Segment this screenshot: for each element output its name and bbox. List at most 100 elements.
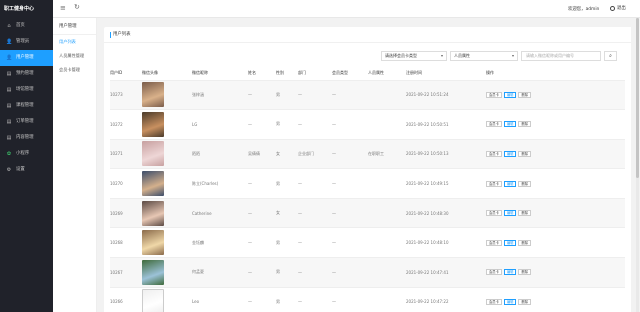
cell-gender: 男 [276, 168, 298, 199]
cell-name: — [248, 227, 276, 259]
brand-title: 职工健身中心 [4, 6, 35, 12]
row-actions: 会员卡 编辑 删除 [486, 269, 625, 276]
sidebar-item-user[interactable]: 👤 用户管理 [0, 50, 53, 66]
cell-time: 2021-09-22 10:47:41 [406, 257, 486, 288]
sidebar-item-course[interactable]: ▤ 课程管理 [0, 98, 53, 114]
sidebar-item-admin[interactable]: 👤 管理员 [0, 34, 53, 50]
sidebar-item-bookings[interactable]: ▤ 预约管理 [0, 66, 53, 82]
avatar-cell [142, 109, 192, 140]
cell-type: — [332, 109, 368, 140]
avatar-cell [142, 168, 192, 199]
membership-card-button[interactable]: 会员卡 [486, 121, 502, 128]
sidebar-item-miniprogram[interactable]: ✿ 小程序 [0, 146, 53, 162]
membership-card-button[interactable]: 会员卡 [486, 239, 502, 246]
attribute-select[interactable]: 人员属性 ▾ [450, 51, 518, 61]
cell-type: — [332, 168, 368, 199]
membership-card-button[interactable]: 会员卡 [486, 210, 502, 217]
delete-button[interactable]: 删除 [518, 180, 532, 187]
admin-icon: 👤 [6, 39, 13, 45]
scrollbar-thumb[interactable] [636, 18, 639, 178]
sidebar-item-home[interactable]: ⌂ 首页 [0, 18, 53, 34]
refresh-icon[interactable]: ↻ [74, 3, 80, 11]
cell-name: — [248, 80, 276, 111]
cell-time: 2021-09-22 10:48:30 [406, 198, 486, 229]
page-scrollbar[interactable] [636, 18, 639, 312]
cell-id: 10267 [110, 257, 142, 288]
edit-button[interactable]: 编辑 [503, 298, 517, 305]
sidebar-item-content[interactable]: ▤ 内容管理 [0, 130, 53, 146]
delete-button[interactable]: 删除 [518, 239, 532, 246]
edit-button[interactable]: 编辑 [503, 239, 517, 246]
row-actions: 会员卡 编辑 删除 [486, 121, 625, 128]
miniprogram-icon: ✿ [6, 151, 12, 157]
cell-actions: 会员卡 编辑 删除 [486, 227, 625, 259]
avatar-cell [142, 287, 192, 312]
power-icon [610, 5, 615, 11]
logout-button[interactable]: 退出 [610, 5, 626, 11]
menu-toggle-icon[interactable]: ≡ [60, 4, 66, 12]
avatar [142, 171, 164, 197]
delete-button[interactable]: 删除 [518, 121, 532, 128]
card-type-select[interactable]: 请选择会员卡类型 ▾ [381, 51, 447, 61]
submenu-item[interactable]: 用户列表 [53, 35, 96, 49]
home-icon: ⌂ [7, 23, 11, 29]
avatar [142, 230, 164, 256]
cell-type: — [332, 257, 368, 288]
edit-button[interactable]: 编辑 [503, 210, 517, 217]
cell-time: 2021-09-22 10:50:51 [406, 109, 486, 140]
search-input[interactable]: 请输入微信昵称或用户编号 [521, 51, 601, 61]
edit-button[interactable]: 编辑 [503, 150, 517, 157]
edit-button[interactable]: 编辑 [503, 91, 517, 98]
cell-nick: 陈立(Charles) [192, 168, 248, 199]
content-card: 用户列表 请选择会员卡类型 ▾ 人员属性 ▾ 请输入微信昵称或用户编号 ⌕ 用户… [104, 27, 631, 312]
row-actions: 会员卡 编辑 删除 [486, 150, 625, 157]
cell-nick: Catherine [192, 198, 248, 229]
cell-dept: — [298, 80, 332, 111]
table-row: 10267 何孟夏 — 男 — —2021-09-22 10:47:41 会员卡 编辑 删除 [110, 257, 625, 288]
sidebar-item-settings[interactable]: ⚙ 设置 [0, 162, 53, 178]
cell-attr [368, 168, 406, 199]
avatar [142, 259, 164, 285]
delete-button[interactable]: 删除 [518, 298, 532, 305]
sidebar-nav: ⌂ 首页 👤 管理员 👤 用户管理 ▤ 预约管理 ▤ 场馆管理 ▤ 课程管理 ▤ 订单管理 ▤ 内容管理 ✿ 小程… [0, 18, 53, 178]
delete-button[interactable]: 删除 [518, 269, 532, 276]
cell-name: — [248, 257, 276, 288]
membership-card-button[interactable]: 会员卡 [486, 269, 502, 276]
edit-button[interactable]: 编辑 [503, 269, 517, 276]
course-icon: ▤ [6, 103, 12, 109]
table-row: 10270 陈立(Charles) — 男 — —2021-09-22 10:49:15 会… [110, 168, 625, 199]
table-row: 10273 张梓涵 — 男 — —2021-09-22 10:51:24 会员卡 编辑 删除 [110, 80, 625, 111]
sidebar-item-venue[interactable]: ▤ 场馆管理 [0, 82, 53, 98]
edit-button[interactable]: 编辑 [503, 180, 517, 187]
avatar-cell [142, 257, 192, 288]
search-button[interactable]: ⌕ [604, 51, 617, 61]
row-actions: 会员卡 编辑 删除 [486, 239, 625, 246]
avatar-cell [142, 227, 192, 259]
cell-attr [368, 257, 406, 288]
cell-gender: 女 [276, 198, 298, 229]
cell-nick: Leo [192, 287, 248, 312]
cell-gender: 男 [276, 80, 298, 111]
cell-id: 10266 [110, 287, 142, 312]
column-header: 微信头像 [142, 67, 192, 81]
edit-button[interactable]: 编辑 [503, 121, 517, 128]
submenu-item[interactable]: 人员属性管理 [53, 49, 96, 63]
welcome-text: 欢迎您，admin [568, 7, 600, 12]
delete-button[interactable]: 删除 [518, 210, 532, 217]
submenu-items: 用户列表 人员属性管理 会员卡管理 [53, 35, 96, 77]
cell-gender: 男 [276, 109, 298, 140]
user-icon: 👤 [6, 55, 13, 61]
table-row: 10271 陌陌 吴倩倩女企业部门 — 在职职工 2021-09-22 10:50:13 会… [110, 139, 625, 170]
sidebar-item-order[interactable]: ▤ 订单管理 [0, 114, 53, 130]
avatar-cell [142, 139, 192, 170]
membership-card-button[interactable]: 会员卡 [486, 298, 502, 305]
membership-card-button[interactable]: 会员卡 [486, 91, 502, 98]
sidebar-item-label: 订单管理 [16, 119, 34, 124]
submenu-item[interactable]: 会员卡管理 [53, 63, 96, 77]
table-row: 10268 金钰麟 — 男 — —2021-09-22 10:48:10 会员卡 编辑 删除 [110, 227, 625, 259]
cell-type: — [332, 80, 368, 111]
delete-button[interactable]: 删除 [518, 91, 532, 98]
membership-card-button[interactable]: 会员卡 [486, 180, 502, 187]
membership-card-button[interactable]: 会员卡 [486, 150, 502, 157]
delete-button[interactable]: 删除 [518, 150, 532, 157]
